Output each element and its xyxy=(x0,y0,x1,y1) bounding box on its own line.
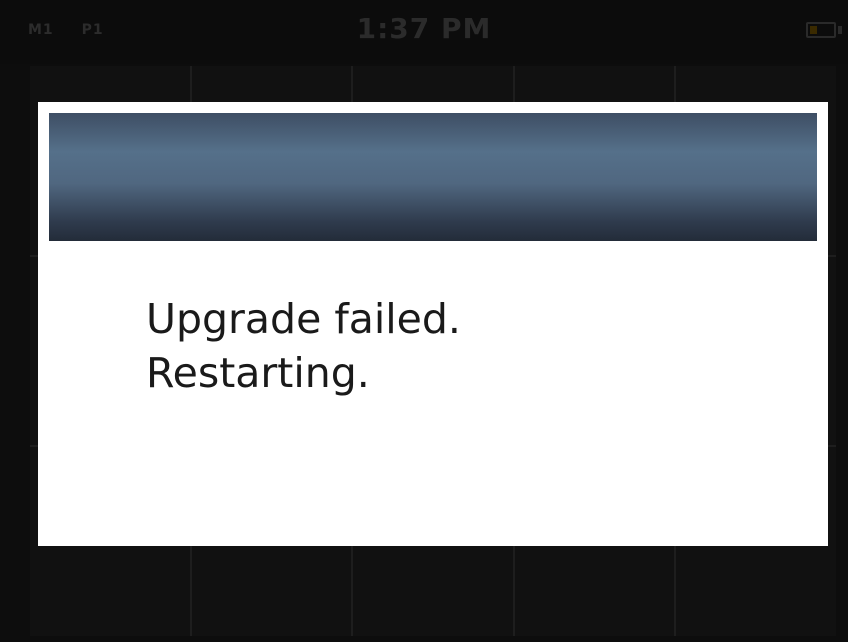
battery-fill xyxy=(810,26,817,34)
dialog-header-bar xyxy=(49,113,817,241)
status-bar: M1 P1 1:37 PM xyxy=(0,0,848,64)
message-line-1: Upgrade failed. xyxy=(146,295,461,343)
upgrade-error-dialog: Upgrade failed. Restarting. xyxy=(38,102,828,546)
battery-icon xyxy=(806,22,836,38)
battery-tip-icon xyxy=(838,26,842,34)
message-line-2: Restarting. xyxy=(146,349,370,397)
dialog-message: Upgrade failed. Restarting. xyxy=(146,292,461,400)
device-screen: M1 P1 1:37 PM Upgrade failed. Restarting… xyxy=(0,0,848,642)
status-time: 1:37 PM xyxy=(356,12,492,45)
